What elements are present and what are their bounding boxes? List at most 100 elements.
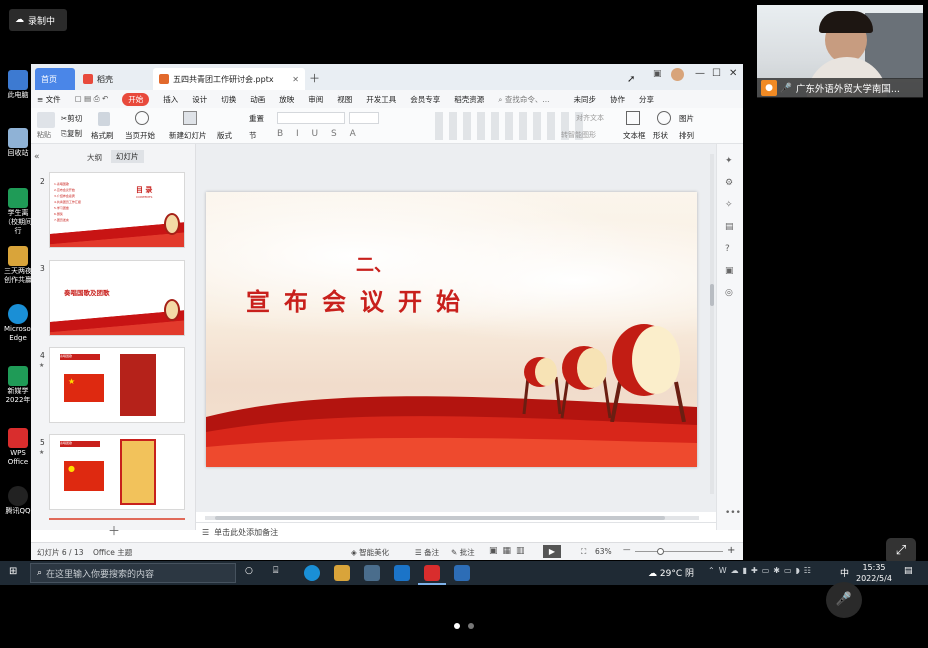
minimize-icon[interactable]: — xyxy=(695,68,705,79)
maximize-icon[interactable]: ☐ xyxy=(712,68,721,79)
more-icon[interactable]: ••• xyxy=(725,508,741,518)
layout-button[interactable]: 版式 xyxy=(217,130,232,141)
menu-animation[interactable]: 动画 xyxy=(250,94,265,105)
tab-document[interactable]: 五四共青团工作研讨会.pptx ✕ xyxy=(153,68,305,90)
font-format-buttons[interactable]: B I U S A xyxy=(277,129,361,139)
notes-toggle[interactable]: ☰ 备注 xyxy=(415,547,439,558)
reset-button[interactable]: 重置 xyxy=(249,113,264,124)
current-slide[interactable]: 二、 宣布会议开始 xyxy=(206,192,697,467)
photos-taskbar-icon[interactable] xyxy=(454,565,470,581)
windows-start-icon[interactable]: ⊞ xyxy=(9,566,17,577)
menu-transition[interactable]: 切换 xyxy=(221,94,236,105)
menu-docer-resources[interactable]: 稻壳资源 xyxy=(454,94,484,105)
explorer-taskbar-icon[interactable] xyxy=(334,565,350,581)
taskbar-search-box[interactable]: ⌕ 在这里输入你要搜索的内容 xyxy=(30,563,236,583)
wps-taskbar-icon[interactable] xyxy=(424,565,440,581)
menu-insert[interactable]: 插入 xyxy=(163,94,178,105)
play-from-current-button[interactable]: 当页开始 xyxy=(125,130,155,141)
vertical-scrollbar[interactable] xyxy=(710,154,714,494)
ime-indicator[interactable]: 中 xyxy=(840,566,849,579)
slide-thumb-4[interactable]: 奏唱国歌 ★ xyxy=(49,347,185,423)
mail-taskbar-icon[interactable] xyxy=(394,565,410,581)
recording-badge[interactable]: ☁ 录制中 xyxy=(9,9,67,31)
outline-tab[interactable]: 大纲 xyxy=(87,152,102,163)
desktop-item-computer[interactable]: 此电脑 xyxy=(4,70,32,100)
muted-mic-icon[interactable]: 🎤 xyxy=(826,582,862,618)
paste-button[interactable]: 粘贴 xyxy=(37,130,51,140)
copy-button[interactable]: ⎘复制 xyxy=(61,128,82,139)
zoom-out-icon[interactable]: — xyxy=(623,545,631,554)
horizontal-scrollbar[interactable] xyxy=(205,516,699,520)
slides-tab[interactable]: 幻灯片 xyxy=(111,150,144,163)
arrange-button[interactable]: 排列 xyxy=(679,130,694,141)
slide-thumb-2[interactable]: 目 录 CONTENTS 1.奏唱国歌 2.宣布会议开始 3.介绍参会嘉宾 4.共青团… xyxy=(49,172,185,248)
close-tab-icon[interactable]: ✕ xyxy=(292,75,299,84)
slide-thumb-5[interactable]: 奏唱团歌 ● xyxy=(49,434,185,510)
desktop-item-doc2[interactable]: 三天两夜创作共赢 xyxy=(4,246,32,285)
new-slide-button[interactable]: 新建幻灯片 xyxy=(169,130,207,141)
desktop-item-edge[interactable]: Microsoft Edge xyxy=(4,304,36,343)
share-button[interactable]: 分享 xyxy=(639,94,654,105)
task-view-icon[interactable]: ○ xyxy=(245,566,253,576)
comment-toggle[interactable]: ✎ 批注 xyxy=(451,547,475,558)
weather-widget[interactable]: ☁ 29°C 阴 xyxy=(648,566,694,579)
notes-pane[interactable]: ☰ 单击此处添加备注 xyxy=(196,522,716,542)
notes-icon: ☰ xyxy=(202,528,210,537)
fit-window-icon[interactable]: ⛶ xyxy=(581,547,586,557)
collab-button[interactable]: 协作 xyxy=(610,94,625,105)
command-search[interactable]: ⌕ 查找命令、... xyxy=(498,94,549,105)
thumb-title: 奏唱国歌 xyxy=(60,354,73,358)
close-window-icon[interactable]: ✕ xyxy=(729,68,737,79)
tab-docer[interactable]: 稻壳 xyxy=(77,68,151,90)
menu-member[interactable]: 会员专享 xyxy=(410,94,440,105)
desktop-item-doc1[interactable]: 学生离（校期间行 xyxy=(4,188,32,236)
add-slide-icon[interactable]: ＋ xyxy=(108,522,120,539)
menu-slideshow[interactable]: 放映 xyxy=(279,94,294,105)
section-button[interactable]: 节 xyxy=(249,130,257,141)
font-size-select[interactable] xyxy=(349,112,379,124)
property-tools[interactable]: ✦ ⚙ ✧ ▤? ▣ ◎ xyxy=(725,150,734,304)
menu-view[interactable]: 视图 xyxy=(337,94,352,105)
smart-art-button[interactable]: 转智能图形 xyxy=(561,130,596,140)
desktop-item-wps[interactable]: WPS Office xyxy=(4,428,32,467)
notification-icon[interactable]: ▤ xyxy=(904,566,913,576)
file-menu[interactable]: ≡ 文件 xyxy=(37,94,61,105)
page-dot-active[interactable] xyxy=(454,623,460,629)
brush-icon xyxy=(98,112,110,126)
window-mode-icon[interactable]: ▣ xyxy=(653,69,662,79)
collapse-panel-icon[interactable]: « xyxy=(34,152,40,162)
cut-button[interactable]: ✂剪切 xyxy=(61,113,82,124)
zoom-slider[interactable] xyxy=(635,548,723,555)
format-painter-button[interactable]: 格式刷 xyxy=(91,130,114,141)
quick-access-toolbar[interactable]: ▢ ▤ ⎙ ↶ xyxy=(75,94,109,104)
clock[interactable]: 15:35 2022/5/4 xyxy=(856,562,892,584)
desktop-item-qq[interactable]: 腾讯QQ xyxy=(4,486,32,516)
picture-button[interactable]: 图片 xyxy=(679,113,694,124)
slide-thumb-3[interactable]: 奏唱国歌及团歌 xyxy=(49,260,185,336)
desktop-item-doc3[interactable]: 新媒学2022年 xyxy=(4,366,32,405)
view-mode-buttons[interactable]: ▣▦▥ xyxy=(489,546,530,556)
menu-design[interactable]: 设计 xyxy=(192,94,207,105)
menu-review[interactable]: 审阅 xyxy=(308,94,323,105)
desktop-item-recycle[interactable]: 回收站 xyxy=(4,128,32,158)
page-dot[interactable] xyxy=(468,623,474,629)
store-taskbar-icon[interactable] xyxy=(364,565,380,581)
tab-home[interactable]: 首页 xyxy=(35,68,75,90)
widgets-icon[interactable]: ⌸ xyxy=(273,566,278,576)
slideshow-play-icon[interactable]: ▶ xyxy=(543,545,561,558)
menu-developer[interactable]: 开发工具 xyxy=(366,94,396,105)
smart-beautify-button[interactable]: ◈ 智能美化 xyxy=(351,547,389,558)
system-tray-icons[interactable]: ⌃W☁▮✚▭✱▭◗☷ xyxy=(708,566,815,575)
text-box-button[interactable]: 文本框 xyxy=(623,130,646,141)
shape-button[interactable]: 形状 xyxy=(653,130,668,141)
font-name-select[interactable] xyxy=(277,112,345,124)
ribbon: 粘贴 ✂剪切 ⎘复制 格式刷 当页开始 新建幻灯片 版式 节 重置 B I U … xyxy=(31,108,743,144)
zoom-in-icon[interactable]: + xyxy=(727,545,735,556)
edge-taskbar-icon[interactable] xyxy=(304,565,320,581)
slide-title: 宣布会议开始 xyxy=(246,287,474,316)
new-tab-icon[interactable]: ＋ xyxy=(309,70,320,86)
menu-start[interactable]: 开始 xyxy=(122,92,150,106)
avatar[interactable] xyxy=(671,68,684,81)
sync-status[interactable]: 未同步 xyxy=(574,94,597,105)
align-text-button[interactable]: 对齐文本 xyxy=(576,113,604,123)
